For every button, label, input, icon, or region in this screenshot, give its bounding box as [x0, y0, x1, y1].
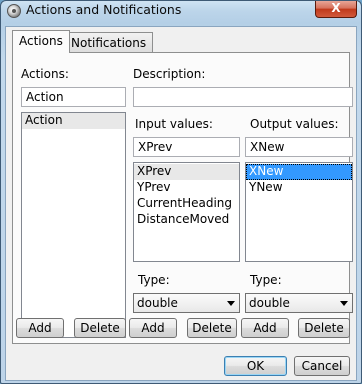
output-values-list[interactable]: XNew YNew: [245, 162, 353, 262]
input-value-input[interactable]: XPrev: [133, 137, 240, 157]
dialog-window: Actions and Notifications X Actions Noti…: [0, 0, 362, 384]
add-input-button[interactable]: Add: [129, 318, 177, 338]
window-title: Actions and Notifications: [26, 2, 182, 17]
action-name-input[interactable]: Action: [21, 87, 126, 107]
close-button[interactable]: X: [315, 1, 357, 18]
list-item[interactable]: Action: [22, 113, 125, 129]
title-bar[interactable]: Actions and Notifications X: [1, 1, 361, 21]
output-type-value: double: [249, 296, 290, 310]
tab-notifications[interactable]: Notifications: [64, 32, 154, 53]
list-item[interactable]: XPrev: [134, 164, 239, 180]
cancel-button[interactable]: Cancel: [294, 356, 350, 376]
input-type-label: Type:: [138, 273, 170, 287]
list-item[interactable]: CurrentHeading: [134, 196, 239, 212]
app-icon: [7, 4, 21, 18]
dialog-body: Actions Notifications Actions: Action Ac…: [5, 26, 357, 381]
tab-actions[interactable]: Actions: [12, 30, 70, 53]
input-type-select[interactable]: double: [133, 293, 240, 313]
description-label: Description:: [133, 67, 206, 81]
actions-list[interactable]: Action: [21, 112, 126, 338]
list-item[interactable]: DistanceMoved: [134, 212, 239, 228]
output-type-label: Type:: [250, 273, 282, 287]
delete-action-button[interactable]: Delete: [74, 318, 126, 338]
actions-tab-panel: Actions: Action Action Description: Inpu…: [12, 52, 353, 344]
actions-label: Actions:: [21, 67, 69, 81]
dropdown-arrow-icon: [340, 301, 348, 306]
output-type-select[interactable]: double: [245, 293, 353, 313]
input-type-value: double: [137, 296, 178, 310]
list-item[interactable]: YPrev: [134, 180, 239, 196]
dropdown-arrow-icon: [227, 301, 235, 306]
input-values-label: Input values:: [135, 117, 213, 131]
delete-output-button[interactable]: Delete: [298, 318, 350, 338]
description-input[interactable]: [133, 87, 353, 107]
ok-button[interactable]: OK: [224, 356, 287, 376]
delete-input-button[interactable]: Delete: [187, 318, 237, 338]
list-item[interactable]: XNew: [246, 164, 352, 180]
output-values-label: Output values:: [250, 117, 339, 131]
list-item[interactable]: YNew: [246, 180, 352, 196]
add-output-button[interactable]: Add: [241, 318, 289, 338]
output-value-input[interactable]: XNew: [245, 137, 353, 157]
add-action-button[interactable]: Add: [16, 318, 64, 338]
input-values-list[interactable]: XPrev YPrev CurrentHeading DistanceMoved: [133, 162, 240, 262]
